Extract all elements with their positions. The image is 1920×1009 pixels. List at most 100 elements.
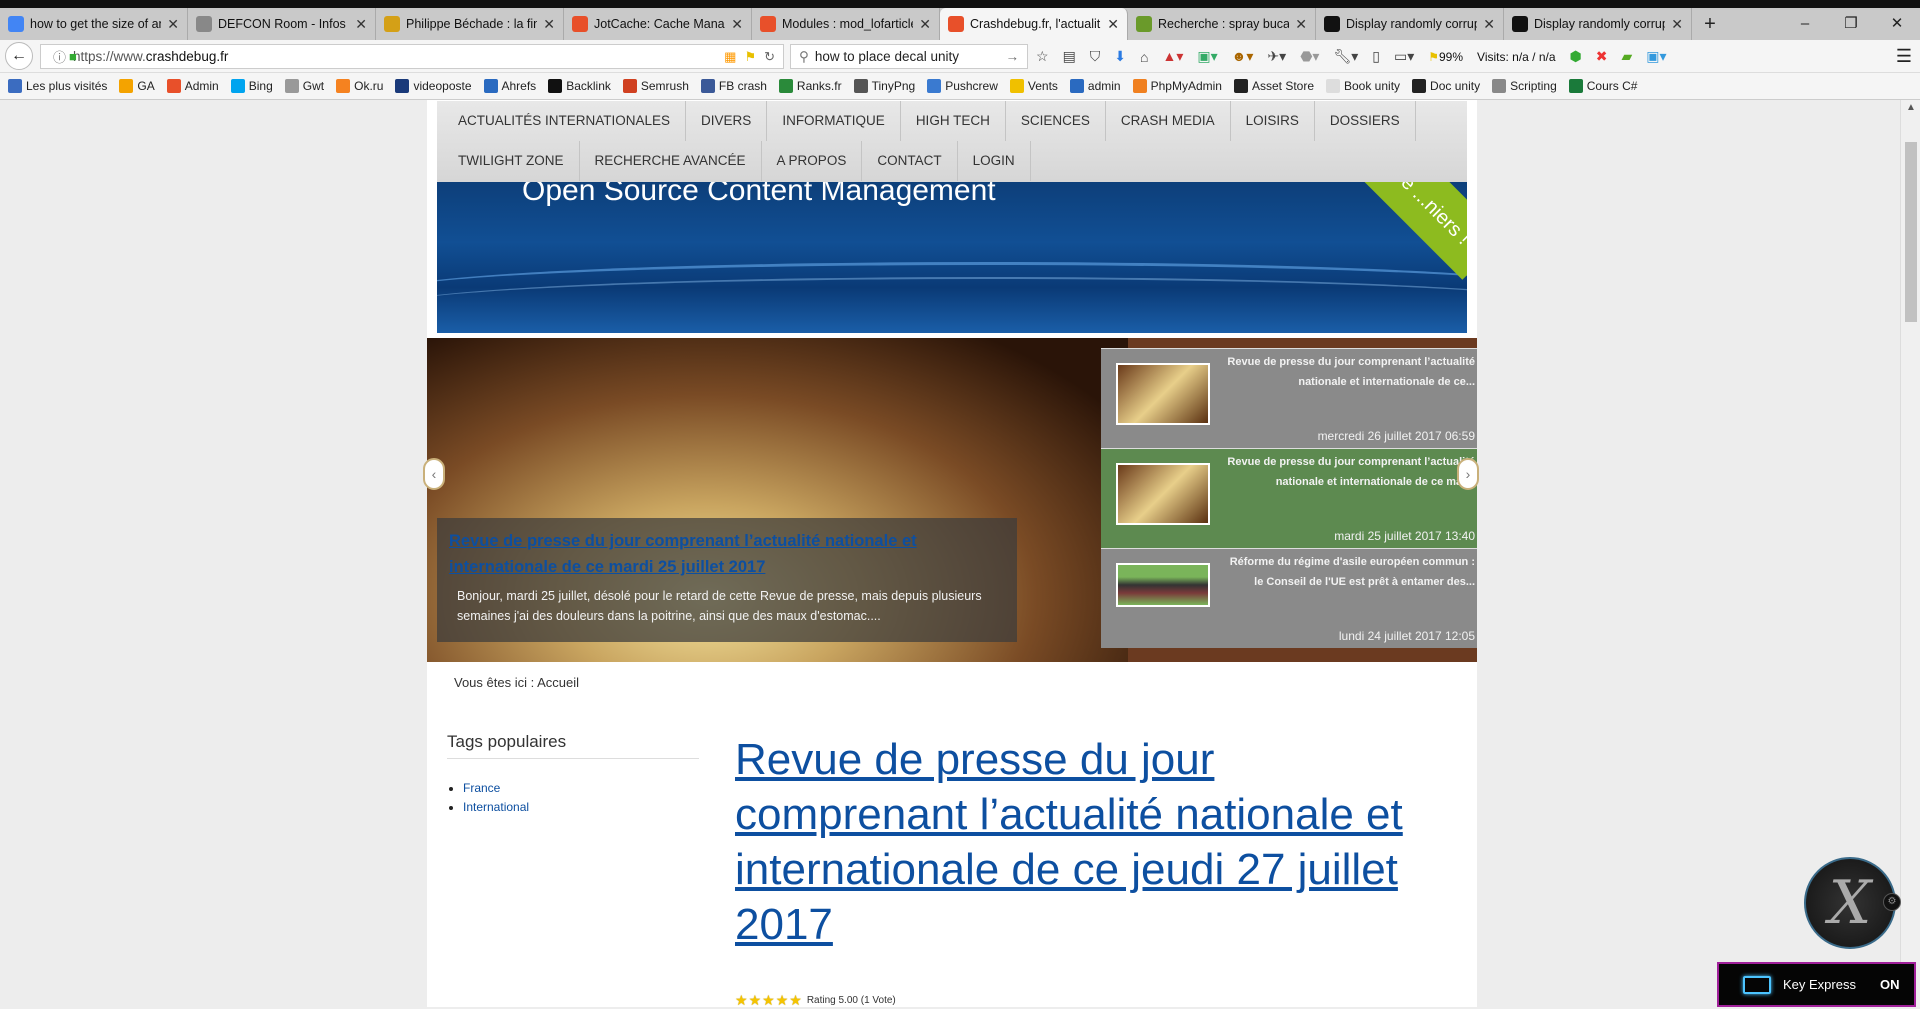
search-input[interactable]: ⚲ how to place decal unity → bbox=[790, 44, 1028, 69]
rating-star-icon[interactable]: ★ bbox=[789, 992, 802, 1009]
bookmark-item[interactable]: Vents bbox=[1009, 79, 1058, 93]
close-tab-icon[interactable]: ✕ bbox=[1107, 16, 1119, 33]
bookmark-item[interactable]: Asset Store bbox=[1233, 79, 1314, 93]
rating-star-icon[interactable]: ★ bbox=[776, 992, 789, 1009]
search-go-icon[interactable]: → bbox=[1006, 49, 1020, 64]
tab[interactable]: Display randomly corrup ✕ bbox=[1316, 8, 1504, 40]
sidebar-icon[interactable]: ▯ bbox=[1372, 48, 1380, 65]
screenshot-icon[interactable]: ▭▾ bbox=[1394, 48, 1414, 65]
extension-icon[interactable]: ✈▾ bbox=[1267, 48, 1286, 65]
slider-next-arrow[interactable]: › bbox=[1457, 458, 1479, 490]
tab[interactable]: Crashdebug.fr, l'actualit ✕ bbox=[940, 8, 1128, 40]
addon-blue-icon[interactable]: ▣▾ bbox=[1646, 48, 1666, 65]
reload-icon[interactable]: ↻ bbox=[764, 49, 775, 65]
tab[interactable]: JotCache: Cache Manag ✕ bbox=[564, 8, 752, 40]
close-tab-icon[interactable]: ✕ bbox=[919, 16, 931, 33]
tab[interactable]: DEFCON Room - Infos t ✕ bbox=[188, 8, 376, 40]
bookmark-item[interactable]: Cours C# bbox=[1568, 79, 1637, 93]
menu-item[interactable]: RECHERCHE AVANCÉE bbox=[580, 141, 762, 181]
menu-item[interactable]: CONTACT bbox=[862, 141, 958, 181]
bookmark-item[interactable]: admin bbox=[1069, 79, 1121, 93]
bookmark-item[interactable]: Scripting bbox=[1492, 79, 1557, 93]
rss-icon[interactable]: ▦ bbox=[724, 49, 736, 65]
bookmark-item[interactable]: Ahrefs bbox=[483, 79, 536, 93]
menu-item[interactable]: DOSSIERS bbox=[1315, 101, 1416, 141]
zoom-level[interactable]: ⚑99% bbox=[1428, 50, 1463, 64]
pocket-icon[interactable]: ⛉ bbox=[1090, 48, 1101, 65]
bookmark-item[interactable]: videoposte bbox=[395, 79, 472, 93]
menu-item[interactable]: A PROPOS bbox=[762, 141, 863, 181]
tab[interactable]: Recherche : spray bucal ✕ bbox=[1128, 8, 1316, 40]
minimize-button[interactable]: – bbox=[1782, 8, 1828, 40]
scrollbar-thumb[interactable] bbox=[1905, 142, 1917, 322]
tag-link[interactable]: International bbox=[463, 800, 529, 814]
slider-prev-arrow[interactable]: ‹ bbox=[423, 458, 445, 490]
bookmark-item[interactable]: TinyPng bbox=[853, 79, 915, 93]
url-text[interactable]: https://www.crashdebug.fr bbox=[73, 49, 228, 64]
addon-green-icon[interactable]: ⬢ bbox=[1570, 48, 1582, 65]
slide-list-item[interactable]: Revue de presse du jour comprenant l’act… bbox=[1101, 348, 1477, 448]
bookmark-item[interactable]: Doc unity bbox=[1412, 79, 1480, 93]
tab[interactable]: Philippe Béchade : la fina ✕ bbox=[376, 8, 564, 40]
rating-star-icon[interactable]: ★ bbox=[735, 992, 748, 1009]
bookmark-item[interactable]: Book unity bbox=[1326, 79, 1400, 93]
download-icon[interactable]: ⬇ bbox=[1114, 48, 1126, 65]
bookmark-item[interactable]: GA bbox=[119, 79, 155, 93]
close-tab-icon[interactable]: ✕ bbox=[1671, 16, 1683, 33]
bookmark-item[interactable]: Les plus visités bbox=[8, 79, 107, 93]
tools-icon[interactable]: 🔧︎▾ bbox=[1333, 48, 1358, 65]
bookmark-item[interactable]: Semrush bbox=[622, 79, 689, 93]
menu-item[interactable]: DIVERS bbox=[686, 101, 768, 141]
adblock-icon[interactable]: ⬣▾ bbox=[1300, 48, 1319, 65]
new-tab-button[interactable]: + bbox=[1692, 8, 1728, 40]
bookmark-item[interactable]: Ranks.fr bbox=[778, 79, 842, 93]
menu-item[interactable]: LOISIRS bbox=[1231, 101, 1315, 141]
slide-title-link[interactable]: Revue de presse du jour comprenant l’act… bbox=[449, 532, 917, 576]
close-tab-icon[interactable]: ✕ bbox=[1483, 16, 1495, 33]
rating-star-icon[interactable]: ★ bbox=[762, 992, 775, 1009]
addon-red-x-icon[interactable]: ✖ bbox=[1596, 48, 1608, 65]
close-tab-icon[interactable]: ✕ bbox=[543, 16, 555, 33]
menu-item[interactable]: LOGIN bbox=[958, 141, 1031, 181]
close-tab-icon[interactable]: ✕ bbox=[355, 16, 367, 33]
url-bar[interactable]: ⓘ ■ https://www.crashdebug.fr ▦ ⚑ ↻ bbox=[40, 44, 784, 69]
bookmark-item[interactable]: Pushcrew bbox=[927, 79, 998, 93]
menu-item[interactable]: INFORMATIQUE bbox=[767, 101, 901, 141]
scroll-up-icon[interactable]: ▲ bbox=[1906, 102, 1916, 113]
bookmark-item[interactable]: Bing bbox=[230, 79, 273, 93]
info-icon[interactable]: ⓘ bbox=[53, 47, 66, 66]
reading-list-icon[interactable]: ▤ bbox=[1063, 48, 1076, 65]
bookmark-star-icon[interactable]: ☆ bbox=[1036, 48, 1049, 65]
hamburger-menu-icon[interactable]: ☰ bbox=[1896, 46, 1912, 67]
menu-item[interactable]: HIGH TECH bbox=[901, 101, 1006, 141]
gear-icon[interactable]: ⚙ bbox=[1883, 893, 1901, 911]
bookmark-item[interactable]: Backlink bbox=[548, 79, 611, 93]
menu-item[interactable]: SCIENCES bbox=[1006, 101, 1106, 141]
rating-star-icon[interactable]: ★ bbox=[749, 992, 762, 1009]
key-express-overlay[interactable]: Key Express ON bbox=[1717, 962, 1916, 1007]
bookmark-item[interactable]: PhpMyAdmin bbox=[1132, 79, 1222, 93]
close-tab-icon[interactable]: ✕ bbox=[1295, 16, 1307, 33]
rank-arrows-icon[interactable]: ▲▾ bbox=[1163, 48, 1184, 65]
flag-icon[interactable]: ⚑ bbox=[744, 49, 756, 65]
bookmark-item[interactable]: FB crash bbox=[700, 79, 767, 93]
close-tab-icon[interactable]: ✕ bbox=[731, 16, 743, 33]
close-window-button[interactable]: ✕ bbox=[1874, 8, 1920, 40]
addon-pen-icon[interactable]: ▰ bbox=[1622, 48, 1633, 65]
tab[interactable]: Modules : mod_lofarticle ✕ bbox=[752, 8, 940, 40]
close-tab-icon[interactable]: ✕ bbox=[167, 16, 179, 33]
bookmark-item[interactable]: Ok.ru bbox=[336, 79, 383, 93]
menu-item[interactable]: CRASH MEDIA bbox=[1106, 101, 1231, 141]
greasemonkey-icon[interactable]: ☻▾ bbox=[1232, 48, 1254, 65]
back-button[interactable]: ← bbox=[5, 42, 33, 70]
slide-list-item[interactable]: Revue de presse du jour comprenant l’act… bbox=[1101, 448, 1477, 548]
tag-link[interactable]: France bbox=[463, 781, 500, 795]
bookmark-item[interactable]: Admin bbox=[166, 79, 219, 93]
tab[interactable]: how to get the size of an ✕ bbox=[0, 8, 188, 40]
page-scrollbar[interactable]: ▲ bbox=[1900, 100, 1920, 1007]
menu-item[interactable]: ACTUALITÉS INTERNATIONALES bbox=[443, 101, 687, 141]
tab[interactable]: Display randomly corrup ✕ bbox=[1504, 8, 1692, 40]
seo-extension-icon[interactable]: ▣▾ bbox=[1197, 48, 1217, 65]
article-title-link[interactable]: Revue de presse du jour comprenant l’act… bbox=[735, 732, 1455, 952]
bookmark-item[interactable]: Gwt bbox=[284, 79, 324, 93]
